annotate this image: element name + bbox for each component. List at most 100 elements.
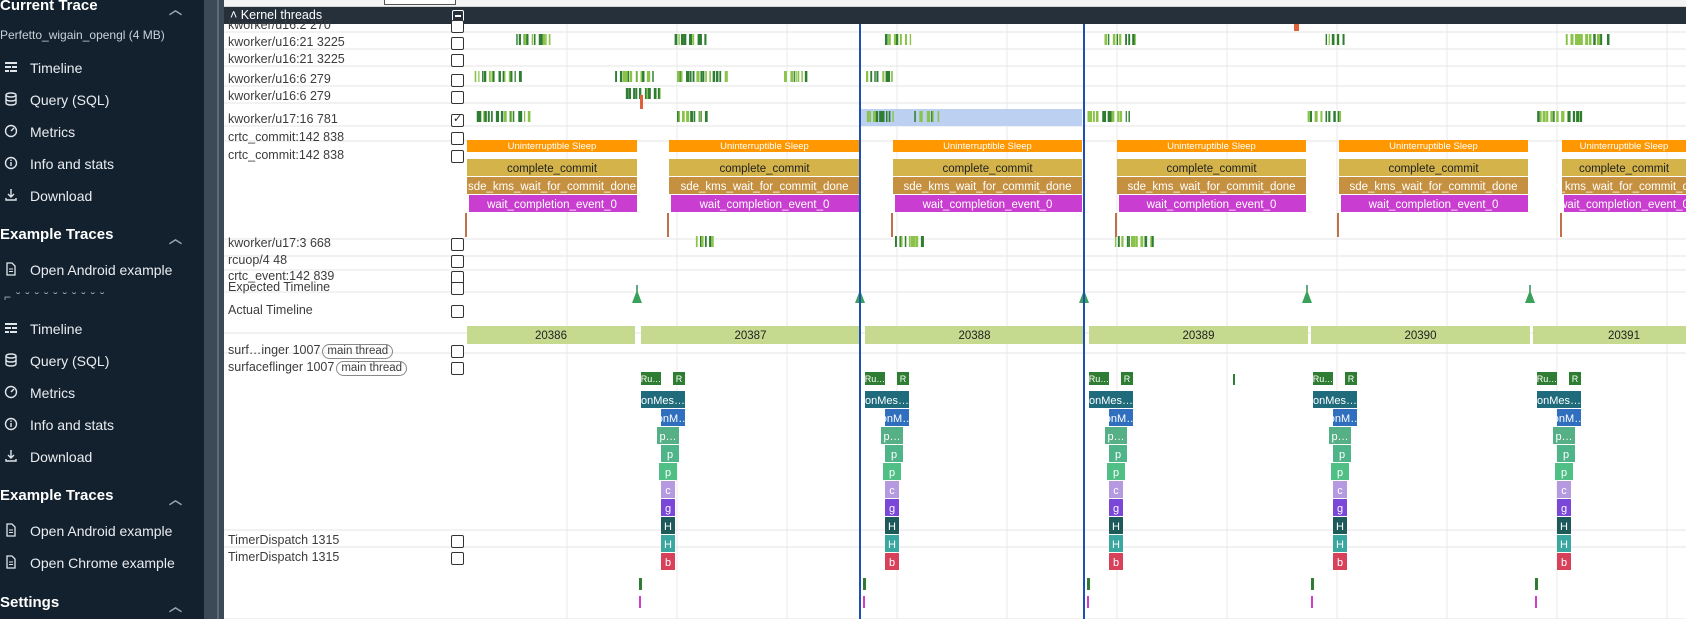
timer-dispatch-slice[interactable] <box>639 596 641 608</box>
track-name[interactable]: TimerDispatch 1315 <box>228 533 339 547</box>
track-name[interactable]: crtc_commit:142 838 <box>228 130 344 144</box>
cpu-slice[interactable] <box>1576 111 1580 122</box>
timer-dispatch-slice[interactable] <box>1535 578 1538 590</box>
cpu-slice[interactable] <box>686 71 690 82</box>
cpu-slice[interactable] <box>1096 111 1098 122</box>
cpu-slice[interactable] <box>500 111 504 122</box>
sidebar-item-open-chrome-example[interactable]: Open Chrome example <box>0 549 196 577</box>
cpu-slice[interactable] <box>1135 236 1138 247</box>
cpu-slice[interactable] <box>1574 34 1579 45</box>
track-name[interactable]: surfaceflinger 1007 main thread <box>228 360 408 376</box>
cpu-slice[interactable] <box>1593 34 1596 45</box>
cpu-slice[interactable] <box>1108 34 1110 45</box>
cpu-slice[interactable] <box>1102 111 1106 122</box>
track-pin-checkbox[interactable] <box>451 150 464 163</box>
cpu-slice[interactable] <box>711 236 714 247</box>
track-name[interactable]: kworker/u17:3 668 <box>228 236 331 250</box>
trailing-slice[interactable] <box>1337 213 1339 237</box>
cpu-slice[interactable] <box>790 71 794 82</box>
sidebar-section-header[interactable]: Example Traces ︿ <box>0 487 196 513</box>
trailing-slice[interactable] <box>465 213 467 237</box>
cpu-slice[interactable] <box>705 71 707 82</box>
cpu-slice[interactable] <box>716 71 719 82</box>
cpu-slice[interactable] <box>805 71 808 82</box>
cpu-slice[interactable] <box>474 71 477 82</box>
cpu-slice[interactable] <box>492 71 495 82</box>
cpu-slice[interactable] <box>640 95 643 109</box>
cpu-slice[interactable] <box>1589 34 1592 45</box>
cpu-slice[interactable] <box>1572 111 1576 122</box>
cpu-slice[interactable] <box>648 88 651 99</box>
cpu-slice[interactable] <box>900 236 903 247</box>
cpu-slice[interactable] <box>692 34 695 45</box>
cpu-slice[interactable] <box>865 71 869 82</box>
cpu-slice[interactable] <box>1089 111 1093 122</box>
cpu-slice[interactable] <box>914 111 916 122</box>
cpu-slice[interactable] <box>504 111 507 122</box>
timer-dispatch-slice[interactable] <box>1087 596 1089 608</box>
cpu-slice[interactable] <box>545 34 547 45</box>
cpu-slice[interactable] <box>888 34 891 45</box>
cpu-slice[interactable] <box>1585 34 1589 45</box>
cpu-slice[interactable] <box>1337 34 1339 45</box>
track-pin-checkbox[interactable] <box>451 282 464 295</box>
cpu-slice[interactable] <box>1310 111 1312 122</box>
cpu-slice[interactable] <box>1328 111 1331 122</box>
cpu-slice[interactable] <box>1128 236 1130 247</box>
cpu-slice[interactable] <box>510 71 513 82</box>
cpu-slice[interactable] <box>1116 34 1118 45</box>
cpu-slice[interactable] <box>1132 34 1135 45</box>
cpu-slice[interactable] <box>678 34 680 45</box>
track-pin-checkbox[interactable] <box>451 305 464 318</box>
cpu-slice[interactable] <box>1580 111 1583 122</box>
cpu-slice[interactable] <box>692 71 695 82</box>
cpu-slice[interactable] <box>526 34 529 45</box>
track-pin-checkbox[interactable] <box>451 54 464 67</box>
track-pin-checkbox[interactable] <box>451 91 464 104</box>
track-pin-checkbox[interactable] <box>451 20 464 33</box>
track-name[interactable]: TimerDispatch 1315 <box>228 550 339 564</box>
cpu-slice[interactable] <box>937 111 940 122</box>
cpu-slice[interactable] <box>1337 111 1340 122</box>
track-pin-checkbox[interactable] <box>451 345 464 358</box>
cpu-slice[interactable] <box>704 236 707 247</box>
cpu-slice[interactable] <box>1320 111 1323 122</box>
cpu-slice[interactable] <box>615 71 618 82</box>
chevron-up-icon[interactable]: ︿ <box>169 596 182 615</box>
cpu-slice[interactable] <box>539 34 543 45</box>
cpu-slice[interactable] <box>719 71 722 82</box>
cpu-slice[interactable] <box>1132 236 1136 247</box>
timer-dispatch-slice[interactable] <box>863 578 866 590</box>
cpu-slice[interactable] <box>652 71 654 82</box>
cpu-slice[interactable] <box>625 88 629 99</box>
cpu-slice[interactable] <box>657 88 660 99</box>
cpu-slice[interactable] <box>882 111 885 122</box>
cpu-slice[interactable] <box>693 111 696 122</box>
cpu-slice[interactable] <box>518 34 521 45</box>
cpu-slice[interactable] <box>495 111 500 122</box>
cpu-slice[interactable] <box>1539 111 1542 122</box>
sidebar-section-header[interactable]: Current Trace ︿ <box>0 0 196 23</box>
cpu-slice[interactable] <box>1128 111 1130 122</box>
cpu-slice[interactable] <box>1087 111 1090 122</box>
cpu-slice[interactable] <box>885 71 889 82</box>
cpu-slice[interactable] <box>635 88 638 99</box>
cpu-slice[interactable] <box>801 71 803 82</box>
cpu-slice[interactable] <box>633 88 636 99</box>
cpu-slice[interactable] <box>888 111 891 122</box>
cpu-slice[interactable] <box>523 111 526 122</box>
track-pin-checkbox[interactable] <box>451 552 464 565</box>
sidebar-section-header[interactable]: Example Traces ︿ <box>0 226 196 252</box>
cpu-slice[interactable] <box>899 34 902 45</box>
track-name[interactable]: surf…inger 1007 main thread <box>228 343 394 359</box>
cpu-slice[interactable] <box>1108 111 1112 122</box>
cpu-slice[interactable] <box>487 111 490 122</box>
sidebar-item-query-sql[interactable]: Query (SQL) <box>0 86 196 114</box>
cpu-slice[interactable] <box>1580 34 1583 45</box>
cpu-slice[interactable] <box>904 236 907 247</box>
sidebar-item-timeline[interactable]: Timeline <box>0 54 196 82</box>
cpu-slice[interactable] <box>905 34 907 45</box>
cpu-slice[interactable] <box>920 236 924 247</box>
cpu-slice[interactable] <box>1134 34 1136 45</box>
cpu-slice[interactable] <box>518 71 522 82</box>
